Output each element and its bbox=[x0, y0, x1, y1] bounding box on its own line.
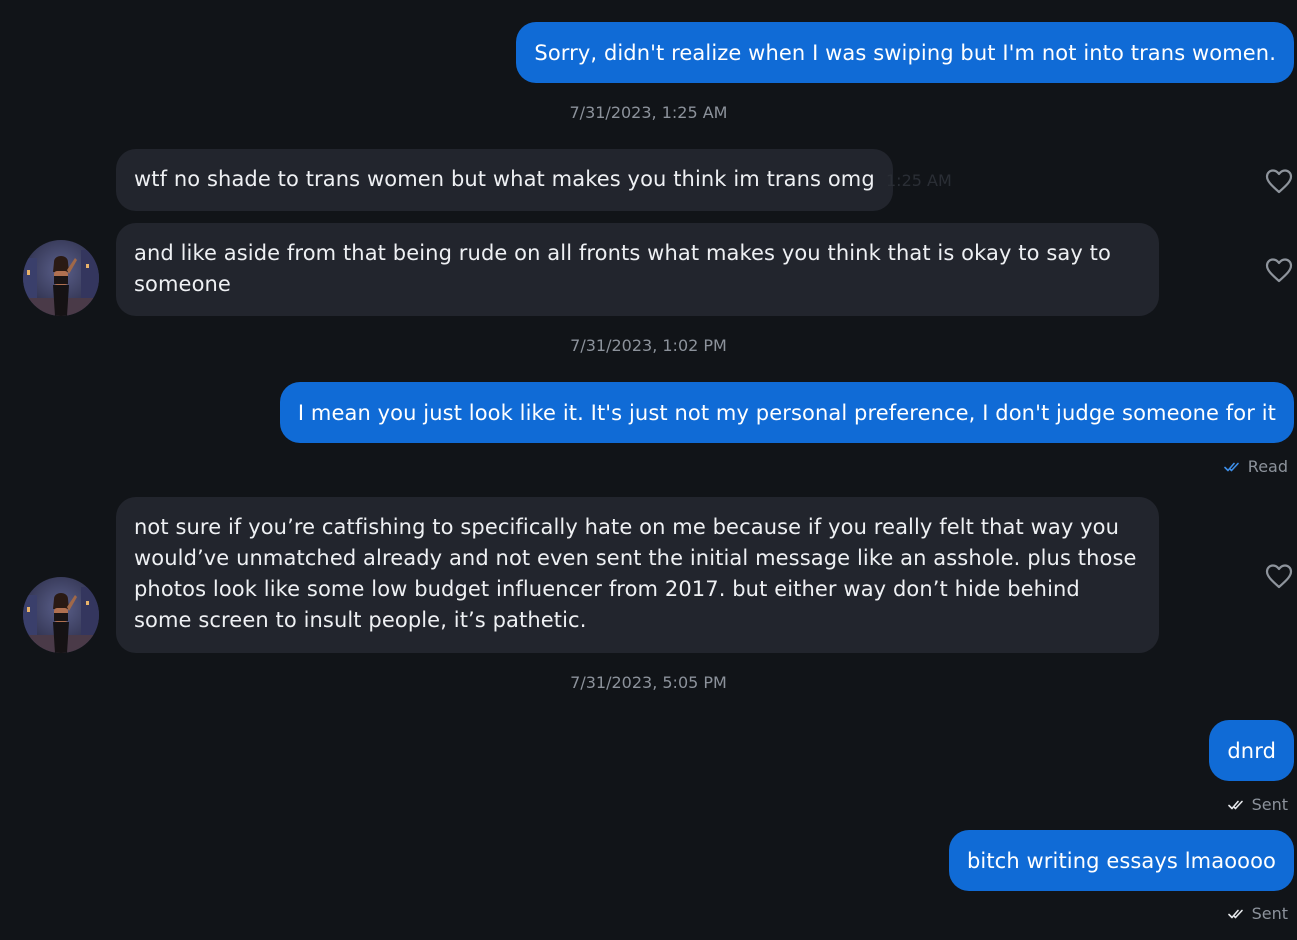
status-label: Sent bbox=[1251, 795, 1288, 814]
profile-photo-icon bbox=[23, 240, 99, 316]
chat-thread: Sorry, didn't realize when I was swiping… bbox=[0, 0, 1297, 940]
outgoing-message-bubble[interactable]: I mean you just look like it. It's just … bbox=[279, 382, 1294, 443]
double-check-icon bbox=[1223, 462, 1239, 472]
sent-receipt: Sent bbox=[1227, 795, 1288, 815]
incoming-message-bubble[interactable]: not sure if you’re catfishing to specifi… bbox=[116, 497, 1159, 653]
outgoing-message-bubble[interactable]: bitch writing essays lmaoooo bbox=[948, 830, 1294, 891]
message-time: 1:25 AM bbox=[886, 171, 952, 190]
timestamp-divider: 7/31/2023, 5:05 PM bbox=[570, 673, 727, 692]
incoming-message-bubble[interactable]: wtf no shade to trans women but what mak… bbox=[116, 149, 893, 211]
heart-icon[interactable] bbox=[1265, 563, 1293, 589]
outgoing-message-bubble[interactable]: Sorry, didn't realize when I was swiping… bbox=[516, 22, 1294, 83]
double-check-icon bbox=[1227, 909, 1243, 919]
avatar[interactable] bbox=[23, 240, 99, 316]
timestamp-divider: 7/31/2023, 1:02 PM bbox=[570, 336, 727, 355]
heart-icon[interactable] bbox=[1265, 168, 1293, 194]
status-label: Sent bbox=[1251, 904, 1288, 923]
status-label: Read bbox=[1247, 457, 1288, 476]
timestamp-divider: 7/31/2023, 1:25 AM bbox=[569, 103, 728, 122]
incoming-message-bubble[interactable]: and like aside from that being rude on a… bbox=[116, 223, 1159, 316]
sent-receipt: Sent bbox=[1227, 904, 1288, 924]
double-check-icon bbox=[1227, 800, 1243, 810]
heart-icon[interactable] bbox=[1265, 257, 1293, 283]
avatar[interactable] bbox=[23, 577, 99, 653]
outgoing-message-bubble[interactable]: dnrd bbox=[1209, 720, 1294, 781]
profile-photo-icon bbox=[23, 577, 99, 653]
read-receipt: Read bbox=[1223, 457, 1288, 477]
